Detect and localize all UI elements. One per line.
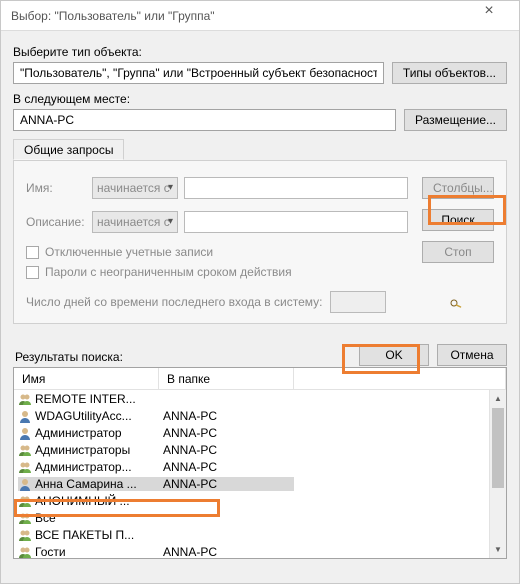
- group-icon: [18, 511, 32, 525]
- table-row[interactable]: ВСЕ ПАКЕТЫ П...: [14, 526, 506, 543]
- stop-button[interactable]: Стоп: [422, 241, 494, 263]
- row-name: Анна Самарина ...: [35, 477, 137, 491]
- scroll-up-button[interactable]: ▲: [490, 390, 506, 407]
- row-name: REMOTE INTER...: [35, 392, 136, 406]
- desc-label: Описание:: [26, 215, 86, 229]
- row-name: Администратор: [35, 426, 122, 440]
- location-field[interactable]: [13, 109, 396, 131]
- row-name: Все: [35, 511, 56, 525]
- columns-button[interactable]: Столбцы...: [422, 177, 494, 199]
- titlebar: Выбор: "Пользователь" или "Группа" ×: [1, 1, 519, 31]
- group-icon: [18, 545, 32, 559]
- group-icon: [18, 460, 32, 474]
- listview-body[interactable]: REMOTE INTER...WDAGUtilityAcc...ANNA-PCА…: [14, 390, 506, 558]
- user-icon: [18, 409, 32, 423]
- user-icon: [18, 426, 32, 440]
- row-folder: ANNA-PC: [159, 443, 294, 457]
- table-row[interactable]: Все: [14, 509, 506, 526]
- column-spacer: [294, 368, 506, 389]
- content-area: Выберите тип объекта: Типы объектов... В…: [1, 31, 519, 332]
- desc-mode-combo[interactable]: начинается с ▾: [92, 211, 178, 233]
- nonexpiring-pwd-label: Пароли с неограниченным сроком действия: [45, 265, 292, 279]
- desc-input[interactable]: [184, 211, 408, 233]
- tab-common-queries[interactable]: Общие запросы: [13, 139, 124, 160]
- locations-button[interactable]: Размещение...: [404, 109, 507, 131]
- table-row[interactable]: WDAGUtilityAcc... ANNA-PC: [14, 407, 506, 424]
- row-folder: ANNA-PC: [159, 545, 294, 559]
- results-listview[interactable]: Имя В папке REMOTE INTER...WDAGUtilityAc…: [13, 367, 507, 559]
- row-folder: ANNA-PC: [159, 426, 294, 440]
- row-name: Администраторы: [35, 443, 130, 457]
- days-since-logon-label: Число дней со времени последнего входа в…: [26, 295, 322, 309]
- column-name[interactable]: Имя: [14, 368, 159, 389]
- table-row[interactable]: REMOTE INTER...: [14, 390, 506, 407]
- row-name: АНОНИМНЫЙ ...: [35, 494, 130, 508]
- object-types-field[interactable]: [13, 62, 384, 84]
- column-folder[interactable]: В папке: [159, 368, 294, 389]
- table-row[interactable]: Администратор ANNA-PC: [14, 424, 506, 441]
- disabled-accounts-label: Отключенные учетные записи: [45, 245, 213, 259]
- window-title: Выбор: "Пользователь" или "Группа": [11, 9, 469, 23]
- row-name: Гости: [35, 545, 66, 559]
- location-label: В следующем месте:: [13, 92, 507, 106]
- row-name: Администратор...: [35, 460, 132, 474]
- table-row[interactable]: Администраторы ANNA-PC: [14, 441, 506, 458]
- common-queries-panel: Имя: начинается с ▾ Описание: начинается…: [13, 160, 507, 324]
- nonexpiring-pwd-checkbox[interactable]: [26, 266, 39, 279]
- scroll-down-button[interactable]: ▼: [490, 541, 506, 558]
- group-icon: [18, 528, 32, 542]
- table-row[interactable]: Гости ANNA-PC: [14, 543, 506, 558]
- group-icon: [18, 494, 32, 508]
- chevron-down-icon: ▾: [168, 216, 173, 227]
- row-folder: ANNA-PC: [159, 409, 294, 423]
- name-input[interactable]: [184, 177, 408, 199]
- close-icon[interactable]: ×: [469, 2, 509, 30]
- find-icon: [449, 296, 463, 313]
- name-mode-combo[interactable]: начинается с ▾: [92, 177, 178, 199]
- disabled-accounts-checkbox[interactable]: [26, 246, 39, 259]
- group-icon: [18, 443, 32, 457]
- table-row[interactable]: Администратор... ANNA-PC: [14, 458, 506, 475]
- group-icon: [18, 392, 32, 406]
- object-types-button[interactable]: Типы объектов...: [392, 62, 507, 84]
- dialog-window: Выбор: "Пользователь" или "Группа" × Выб…: [0, 0, 520, 584]
- days-since-logon-input[interactable]: [330, 291, 386, 313]
- row-folder: ANNA-PC: [159, 477, 294, 491]
- user-icon: [18, 477, 32, 491]
- table-row[interactable]: Анна Самарина ... ANNA-PC: [14, 475, 506, 492]
- results-label: Результаты поиска:: [1, 350, 519, 364]
- object-type-label: Выберите тип объекта:: [13, 45, 507, 59]
- vertical-scrollbar[interactable]: ▲ ▼: [489, 390, 506, 558]
- name-label: Имя:: [26, 181, 86, 195]
- table-row[interactable]: АНОНИМНЫЙ ...: [14, 492, 506, 509]
- listview-header: Имя В папке: [14, 368, 506, 390]
- row-folder: ANNA-PC: [159, 460, 294, 474]
- search-button[interactable]: Поиск: [422, 209, 494, 231]
- chevron-down-icon: ▾: [168, 182, 173, 193]
- row-name: ВСЕ ПАКЕТЫ П...: [35, 528, 134, 542]
- scroll-thumb[interactable]: [492, 408, 504, 488]
- row-name: WDAGUtilityAcc...: [35, 409, 132, 423]
